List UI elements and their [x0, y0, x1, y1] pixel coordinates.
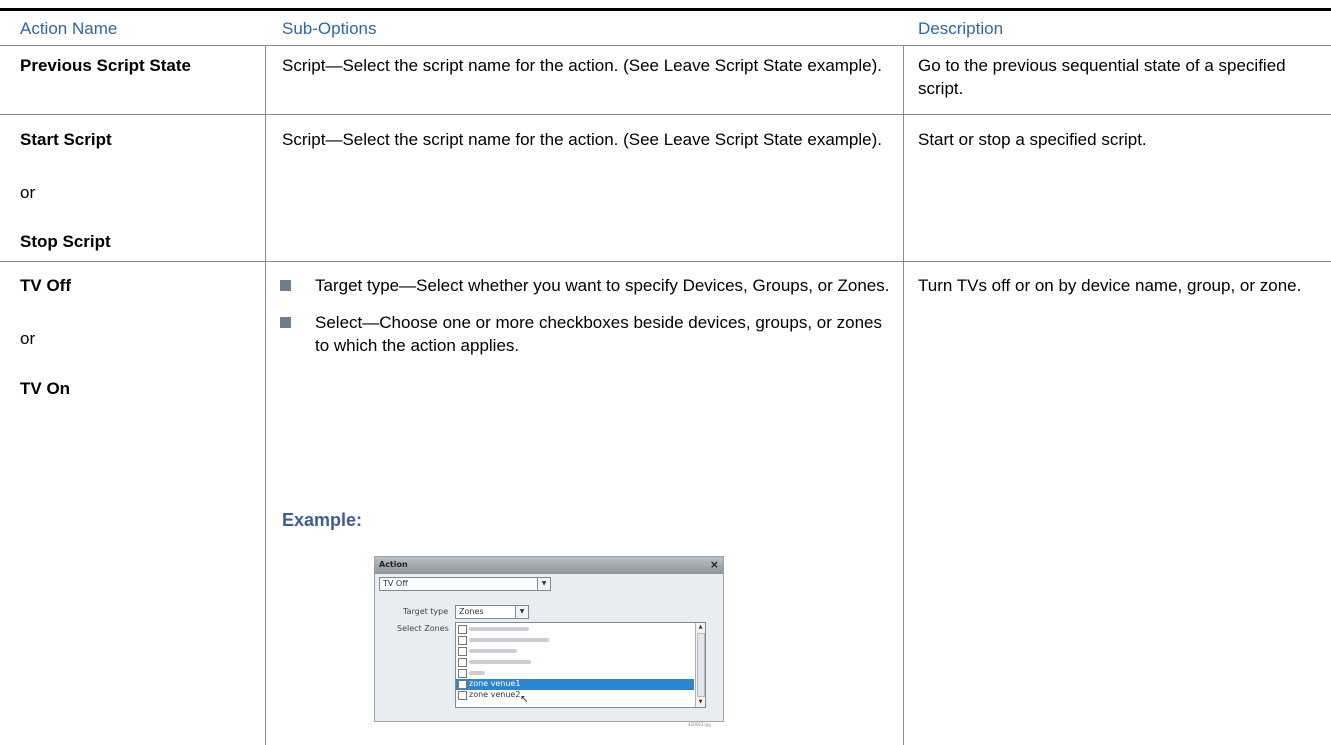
zones-list[interactable]: zone venue1 zone venue2 ▲ ▼: [455, 622, 706, 708]
checkbox[interactable]: [458, 680, 467, 689]
row2-description: Start or stop a specified script.: [918, 130, 1147, 149]
checkbox[interactable]: [458, 636, 467, 645]
list-item-selected[interactable]: zone venue1: [456, 679, 694, 690]
mouse-pointer-icon: ↖: [520, 694, 529, 705]
sub-options-list: Target type—Select whether you want to s…: [265, 274, 890, 357]
dialog-title-bar: Action ×: [375, 557, 723, 574]
example-label: Example:: [282, 510, 363, 530]
list-item[interactable]: [456, 668, 694, 679]
blurred-zone-name: [469, 671, 485, 675]
blurred-zone-name: [469, 649, 517, 653]
row3-sub-options: Target type—Select whether you want to s…: [265, 274, 890, 371]
scroll-up-icon[interactable]: ▲: [696, 623, 705, 632]
row-divider-1: [0, 114, 1331, 115]
column-divider-2: [903, 45, 904, 745]
checkbox[interactable]: [458, 658, 467, 667]
zone-name: zone venue1: [469, 679, 521, 688]
column-divider-1: [265, 45, 266, 745]
action-select-value: TV Off: [383, 579, 408, 588]
target-type-select[interactable]: Zones ▼: [455, 605, 529, 619]
figure-id: 420093.jpg: [688, 722, 711, 727]
list-item[interactable]: [456, 646, 694, 657]
row2-action-start: Start Script: [20, 130, 112, 149]
scroll-down-icon[interactable]: ▼: [696, 698, 705, 707]
row3-action-tv-off: TV Off: [20, 276, 71, 295]
chevron-down-icon[interactable]: ▼: [515, 606, 528, 618]
row2-sub-options: Script—Select the script name for the ac…: [282, 130, 883, 149]
action-dialog-screenshot: Action × TV Off ▼ Target type Zones ▼ Se…: [374, 556, 724, 722]
row1-sub-options: Script—Select the script name for the ac…: [282, 56, 883, 75]
header-sub-options: Sub-Options: [282, 19, 377, 38]
header-action-name: Action Name: [20, 19, 118, 38]
list-item[interactable]: zone venue2: [456, 690, 694, 701]
row1-action-name: Previous Script State: [20, 56, 192, 75]
select-zones-label: Select Zones: [397, 624, 449, 633]
blurred-zone-name: [469, 627, 529, 631]
bullet-square-icon: [280, 280, 291, 291]
bullet-square-icon: [280, 317, 291, 328]
blurred-zone-name: [469, 660, 531, 664]
list-item[interactable]: [456, 635, 694, 646]
list-item[interactable]: [456, 624, 694, 635]
checkbox[interactable]: [458, 669, 467, 678]
action-select[interactable]: TV Off ▼: [379, 577, 551, 591]
bullet-text: Select—Choose one or more checkboxes bes…: [315, 313, 882, 355]
header-description: Description: [918, 19, 1004, 38]
list-item[interactable]: [456, 657, 694, 668]
dialog-title: Action: [379, 560, 408, 569]
row2-or: or: [20, 183, 36, 202]
close-icon[interactable]: ×: [710, 558, 719, 571]
header-divider: [0, 45, 1331, 46]
bullet-text: Target type—Select whether you want to s…: [315, 276, 890, 295]
row3-description: Turn TVs off or on by device name, group…: [918, 276, 1302, 295]
checkbox[interactable]: [458, 691, 467, 700]
target-type-value: Zones: [459, 607, 484, 616]
target-type-label: Target type: [403, 607, 449, 616]
row-divider-2: [0, 261, 1331, 262]
table-header-row: Action Name Sub-Options Description: [0, 11, 1331, 45]
bullet-target-type: Target type—Select whether you want to s…: [265, 274, 890, 297]
chevron-down-icon[interactable]: ▼: [537, 578, 550, 590]
row3-or: or: [20, 329, 36, 348]
scroll-thumb[interactable]: [697, 633, 705, 697]
checkbox[interactable]: [458, 647, 467, 656]
row1-description: Go to the previous sequential state of a…: [918, 56, 1286, 98]
bullet-select: Select—Choose one or more checkboxes bes…: [265, 311, 890, 357]
checkbox[interactable]: [458, 625, 467, 634]
list-scrollbar[interactable]: ▲ ▼: [695, 623, 705, 707]
zone-name: zone venue2: [469, 690, 521, 699]
blurred-zone-name: [469, 638, 549, 642]
row2-action-stop: Stop Script: [20, 232, 111, 251]
row3-action-tv-on: TV On: [20, 379, 71, 398]
